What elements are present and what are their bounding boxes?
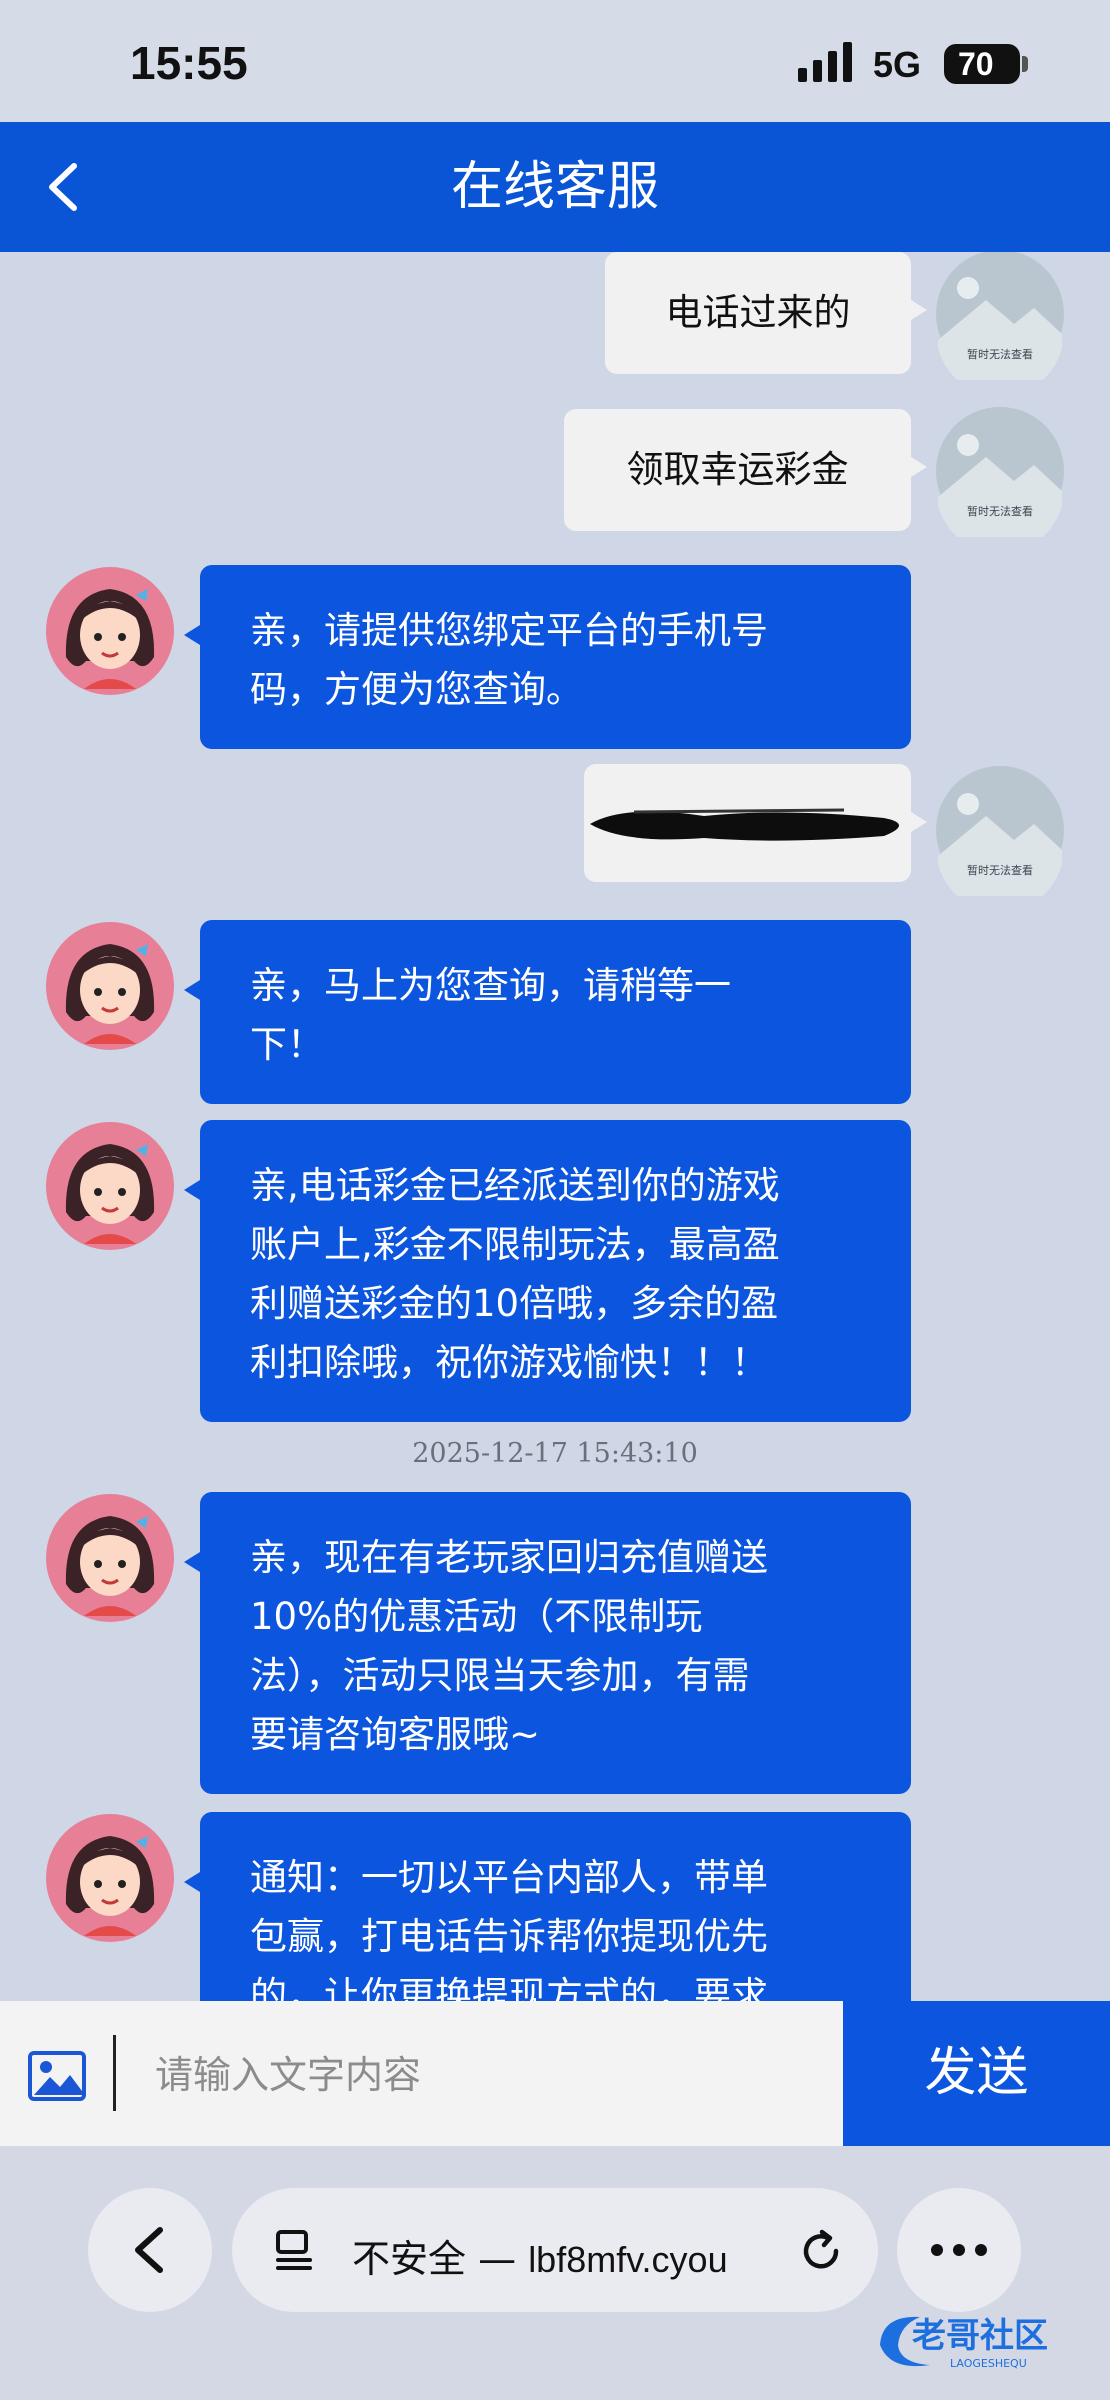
message-line: 的，让你更换提现方式的，要求 [250,1974,768,2002]
message-line: 利扣除哦，祝你游戏愉快！！！ [250,1341,768,1384]
message-text: 领取幸运彩金 [626,448,849,491]
header: 在线客服 [0,122,1110,252]
message-line: 码，方便为您查询。 [250,668,583,711]
message-input-bar: 发送 [0,2001,1110,2146]
user-message-bubble: 电话过来的 [605,252,927,374]
avatar-caption: 暂时无法查看 [967,863,1033,877]
signal-icon [798,42,852,82]
page-title: 在线客服 [450,157,659,217]
send-button[interactable]: 发送 [843,2001,1110,2146]
address-bar[interactable]: 不安全 — lbf8mfv.cyou [232,2188,878,2312]
image-placeholder-icon: 暂时无法查看 [936,252,1064,380]
message-line: 利赠送彩金的10倍哦，多余的盈 [250,1282,779,1325]
chat-area[interactable]: 电话过来的 暂时无法查看 领取幸运彩金 暂时无法查看 亲，请提供您绑定平台的手机… [0,252,1110,2002]
message-line: 下！ [250,1023,324,1066]
battery-icon: 70 [944,44,1020,84]
message-timestamp: 2025-12-17 15:43:10 [412,1438,698,1469]
reader-icon [276,2230,312,2270]
agent-message-bubble: 亲，马上为您查询，请稍等一 下！ [184,920,911,1104]
chevron-left-icon [135,2227,163,2273]
message-line: 亲，现在有老玩家回归充值赠送 [250,1536,768,1579]
agent-message-bubble: 亲，现在有老玩家回归充值赠送 10%的优惠活动（不限制玩 法），活动只限当天参加… [184,1492,911,1794]
watermark-subtext: LAOGESHEQU [950,2357,1027,2370]
message-line: 法），活动只限当天参加，有需 [250,1654,750,1697]
agent-message-bubble: 通知：一切以平台内部人，带单 包赢，打电话告诉帮你提现优先 的，让你更换提现方式… [184,1812,911,2002]
message-line: 亲,电话彩金已经派送到你的游戏 [250,1164,780,1207]
message-line: 亲，马上为您查询，请稍等一 [250,964,731,1007]
agent-avatar [46,567,174,695]
browser-back-button[interactable] [88,2188,212,2312]
agent-message-bubble: 亲，请提供您绑定平台的手机号 码，方便为您查询。 [184,565,911,749]
agent-avatar [46,1814,174,1942]
image-placeholder-icon: 暂时无法查看 [936,766,1064,896]
agent-message-bubble: 亲,电话彩金已经派送到你的游戏 账户上,彩金不限制玩法，最高盈 利赠送彩金的10… [184,1120,911,1422]
input-divider [113,2035,116,2111]
battery-tip [1022,56,1028,72]
watermark-text: 老哥社区 [912,2316,1048,2356]
message-text: 电话过来的 [665,291,851,334]
more-button[interactable] [897,2188,1021,2312]
message-input[interactable] [130,2031,857,2119]
status-bar: 15:55 5G 70 [0,0,1110,122]
message-line: 10%的优惠活动（不限制玩 [250,1595,703,1638]
avatar-caption: 暂时无法查看 [967,504,1033,518]
network-label: 5G [873,44,922,85]
user-message-bubble: 领取幸运彩金 [564,409,927,531]
message-line: 账户上,彩金不限制玩法，最高盈 [250,1223,780,1266]
image-placeholder-icon: 暂时无法查看 [936,407,1064,537]
security-label: 不安全 — [352,2237,517,2281]
message-line: 包赢，打电话告诉帮你提现优先 [250,1915,768,1958]
redaction-mark [590,808,899,841]
reload-icon[interactable] [798,2228,844,2274]
url-text: 不安全 — lbf8mfv.cyou [352,2228,728,2283]
watermark-logo: 老哥社区 LAOGESHEQU [880,2316,1048,2370]
user-message-bubble [584,764,927,882]
image-upload-icon[interactable] [28,2051,86,2101]
agent-avatar [46,1122,174,1250]
status-time: 15:55 [130,37,248,89]
message-line: 要请咨询客服哦~ [250,1713,541,1756]
more-icon [931,2244,987,2256]
agent-avatar [46,922,174,1050]
domain-label: lbf8mfv.cyou [528,2239,728,2280]
message-line: 通知：一切以平台内部人，带单 [250,1856,768,1899]
agent-avatar [46,1494,174,1622]
message-line: 亲，请提供您绑定平台的手机号 [250,609,768,652]
avatar-caption: 暂时无法查看 [967,347,1033,361]
